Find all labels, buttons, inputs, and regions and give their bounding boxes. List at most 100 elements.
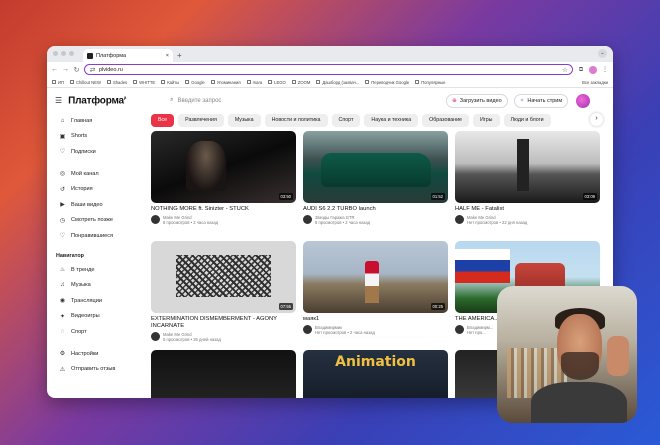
bookmark-item[interactable]: ИП — [52, 80, 64, 85]
reload-icon[interactable]: ↻ — [73, 66, 80, 74]
like-icon: ♡ — [59, 233, 66, 240]
forward-icon[interactable]: → — [62, 66, 69, 73]
sidebar-item[interactable]: ♨ В тренде — [47, 262, 147, 278]
sidebar-item[interactable]: ◎ Мой канал — [47, 166, 147, 182]
video-thumbnail[interactable]: 07:55 — [151, 241, 296, 313]
search-box[interactable]: ⌕ Введите запрос — [170, 97, 440, 104]
category-chip[interactable]: Образование — [422, 113, 469, 127]
broadcast-icon: ◉ — [59, 298, 66, 305]
tab-search-icon[interactable]: ⌄ — [598, 49, 607, 58]
channel-avatar[interactable] — [455, 325, 464, 334]
upload-label: Загрузить видео — [459, 97, 502, 104]
video-thumbnail[interactable]: 01:52 — [303, 131, 448, 203]
channel-avatar[interactable] — [303, 215, 312, 224]
all-bookmarks[interactable]: Все закладки — [582, 80, 608, 85]
video-card[interactable]: 07:55 EXTERMINATION DISMEMBERMENT - AGONY… — [151, 241, 296, 342]
video-title[interactable]: AUDI S6 2.2 TURBO launch — [303, 206, 448, 213]
category-chip[interactable]: Музыка — [227, 113, 261, 127]
window-controls[interactable] — [53, 51, 74, 56]
search-placeholder[interactable]: Введите запрос — [178, 98, 222, 104]
sidebar-item[interactable]: ♫ Музыка — [47, 277, 147, 293]
channel-avatar[interactable] — [151, 215, 160, 224]
stream-icon: ✧ — [519, 97, 525, 104]
video-meta-text: Make Me Grind 5 просмотров • 25 дней наза… — [163, 332, 221, 342]
video-thumbnail[interactable]: 03:50 — [151, 131, 296, 203]
start-stream-button[interactable]: ✧ Начать стрим — [513, 93, 569, 108]
bookmark-item[interactable]: LEGO — [268, 80, 286, 85]
sidebar-item[interactable]: ▣ Shorts — [47, 129, 147, 145]
close-tab-icon[interactable]: × — [166, 53, 169, 59]
menu-icon[interactable]: ⋮ — [601, 66, 609, 74]
sidebar-item[interactable]: ⌂ Главная — [47, 113, 147, 129]
bookmark-item[interactable]: Упоминания — [210, 80, 241, 85]
bookmark-item[interactable]: Chillout NEW — [70, 80, 101, 85]
video-thumbnail[interactable] — [151, 350, 296, 398]
address-bar[interactable]: ⇄ plvideo.ru ☆ — [84, 64, 573, 75]
video-title[interactable]: NOTHING MORE ft. Sinizter - STUCK — [151, 206, 296, 213]
sidebar-item[interactable]: ♡ Понравившиеся — [47, 228, 147, 244]
chevron-right-icon[interactable]: › — [590, 113, 603, 126]
extensions-icon[interactable]: ⧉ — [577, 66, 585, 74]
sidebar-item[interactable]: ⚠ Отправить отзыв — [47, 361, 147, 377]
shorts-icon: ▣ — [59, 133, 66, 140]
bookmark-item[interactable]: Популярные — [415, 80, 445, 85]
bookmark-item[interactable]: Кайты — [161, 80, 179, 85]
channel-avatar[interactable] — [151, 332, 160, 341]
category-chip[interactable]: Люди и блоги — [503, 113, 551, 127]
profile-icon[interactable] — [589, 65, 597, 74]
sidebar-item-label: Спорт — [71, 328, 87, 335]
video-stats: 8 просмотров • 2 часа назад — [163, 220, 219, 225]
back-icon[interactable]: ← — [51, 66, 58, 73]
video-thumbnail[interactable]: 03:09 — [455, 131, 600, 203]
sidebar-item[interactable]: ♡ Подписки — [47, 144, 147, 160]
home-icon: ⌂ — [60, 117, 65, 124]
bookmark-label: mara — [252, 79, 263, 85]
bookmark-item[interactable]: Shades — [106, 80, 127, 85]
bookmark-item[interactable]: Google — [185, 80, 205, 85]
duration-badge: 00:25 — [430, 303, 445, 310]
new-tab-button[interactable]: + — [177, 49, 182, 62]
video-card[interactable]: Animation — [303, 350, 448, 398]
sidebar-item[interactable]: ↺ История — [47, 181, 147, 197]
category-chip[interactable]: Наука и техника — [364, 113, 419, 127]
category-chip[interactable]: Развлечения — [178, 113, 224, 127]
stream-label: Начать стрим — [527, 97, 563, 104]
video-title[interactable]: EXTERMINATION DISMEMBERMENT - AGONY INCA… — [151, 316, 296, 330]
video-card[interactable]: 00:25 маяк1 Владимирмик Нет просмотров • 2 … — [303, 241, 448, 335]
category-chip[interactable]: Игры — [473, 113, 500, 127]
bookmark-star-icon[interactable]: ☆ — [562, 66, 568, 74]
hamburger-menu-icon[interactable]: ☰ — [55, 96, 62, 105]
bookmark-item[interactable]: mara — [246, 79, 263, 85]
category-chip[interactable]: Новости и политика — [264, 113, 328, 127]
video-card[interactable]: 03:50 NOTHING MORE ft. Sinizter - STUCK Ma… — [151, 131, 296, 225]
video-card[interactable]: 03:09 HALF ME - Fatalist Make Me Grind Нет … — [455, 131, 600, 225]
browser-tab[interactable]: Платформа × — [83, 49, 173, 62]
channel-avatar[interactable] — [455, 215, 464, 224]
video-thumbnail[interactable]: Animation — [303, 350, 448, 398]
bookmark-item[interactable]: ZOOM — [291, 80, 310, 85]
category-chip[interactable]: Все — [151, 113, 175, 127]
video-card[interactable] — [151, 350, 296, 398]
sidebar-item[interactable]: ▶ Ваши видео — [47, 197, 147, 213]
platform-logo[interactable]: Платформаβ — [68, 95, 126, 106]
sidebar-item[interactable]: ⚙ Настройки — [47, 346, 147, 362]
sidebar-item[interactable]: ◉ Трансляции — [47, 293, 147, 309]
bookmark-item[interactable]: Переводчик Google — [365, 80, 409, 85]
video-title[interactable]: HALF ME - Fatalist — [455, 206, 600, 213]
sidebar-item[interactable]: ◷ Смотреть позже — [47, 213, 147, 229]
bookmark-item[interactable]: Дашборд (захвач... — [316, 80, 359, 85]
category-chip[interactable]: Спорт — [331, 113, 361, 127]
sidebar-item[interactable]: ◌ Спорт — [47, 324, 147, 340]
video-card[interactable]: 01:52 AUDI S6 2.2 TURBO launch Звезды Гара… — [303, 131, 448, 225]
sidebar-item[interactable]: ✦ Видеоигры — [47, 309, 147, 325]
user-avatar[interactable] — [576, 93, 591, 108]
video-thumbnail[interactable]: 00:25 — [303, 241, 448, 313]
url-text[interactable]: plvideo.ru — [99, 67, 559, 73]
video-meta: Make Me Grind 8 просмотров • 2 часа назад — [151, 215, 296, 225]
folder-icon — [161, 80, 166, 84]
channel-avatar[interactable] — [303, 325, 312, 334]
upload-video-button[interactable]: ⊕ Загрузить видео — [446, 93, 508, 108]
site-info-icon[interactable]: ⇄ — [89, 66, 96, 74]
bookmark-item[interactable]: WHITTE — [133, 80, 155, 85]
video-title[interactable]: маяк1 — [303, 316, 448, 323]
